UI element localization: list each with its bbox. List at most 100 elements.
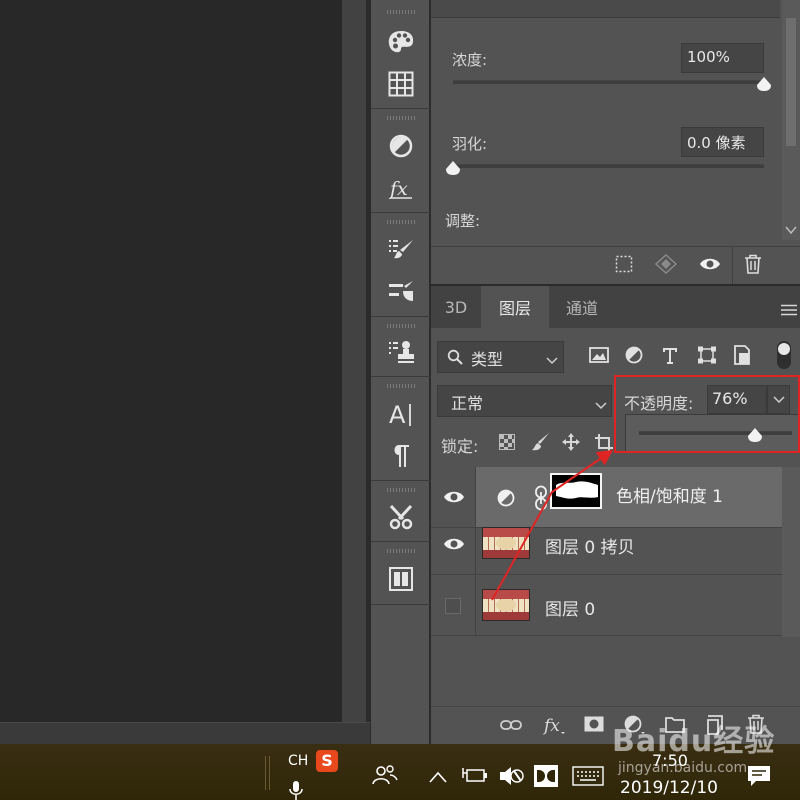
sogou-ime-logo[interactable]: S — [316, 750, 338, 772]
microphone-icon[interactable] — [289, 781, 303, 800]
add-mask-icon[interactable] — [584, 716, 604, 736]
toggle-visibility-icon[interactable] — [699, 254, 721, 274]
tab-3d[interactable]: 3D — [431, 286, 481, 328]
chevron-up-icon[interactable] — [429, 768, 447, 787]
adjustment-layer-icon — [497, 489, 515, 511]
layer-filter-dropdown[interactable]: 类型 — [437, 341, 564, 373]
layer-visibility-toggle[interactable] — [431, 575, 476, 635]
dolby-icon[interactable] — [534, 765, 558, 787]
filter-adjustment-icon[interactable] — [625, 346, 643, 368]
blend-mode-value: 正常 — [451, 394, 484, 413]
mask-link-icon[interactable] — [534, 485, 548, 515]
battery-icon[interactable] — [462, 766, 488, 788]
add-layer-style-icon[interactable]: fx — [542, 714, 567, 740]
feather-slider-thumb[interactable] — [445, 160, 461, 180]
adjustments-icon[interactable] — [387, 132, 415, 160]
notification-center-icon[interactable] — [746, 764, 772, 792]
load-selection-icon[interactable] — [615, 255, 633, 273]
search-icon — [447, 349, 463, 369]
canvas-status-bar — [0, 722, 370, 744]
lock-image-pixels-icon[interactable] — [531, 432, 551, 456]
volume-muted-icon[interactable] — [498, 764, 524, 792]
filter-toggle[interactable] — [777, 341, 791, 369]
new-adjustment-layer-icon[interactable] — [624, 715, 646, 739]
annotation-highlight-box — [614, 375, 800, 453]
filter-type-label: 类型 — [471, 350, 504, 369]
strip-grip[interactable] — [387, 488, 415, 492]
scrollbar-thumb[interactable] — [786, 18, 796, 146]
history-icon[interactable] — [387, 565, 415, 593]
density-slider-thumb[interactable] — [756, 76, 772, 96]
lock-artboard-icon[interactable] — [594, 433, 614, 457]
blend-mode-dropdown[interactable]: 正常 — [437, 385, 612, 417]
svg-text:A: A — [389, 401, 406, 428]
feather-field[interactable]: 0.0 像素 — [681, 127, 764, 157]
layer-name[interactable]: 图层 0 拷贝 — [545, 533, 635, 558]
clock-date[interactable]: 2019/12/10 — [620, 778, 718, 798]
layer-visibility-toggle[interactable] — [431, 514, 476, 574]
strip-grip[interactable] — [387, 384, 415, 388]
strip-grip[interactable] — [387, 220, 415, 224]
tool-presets-icon[interactable] — [387, 503, 415, 531]
strip-grip[interactable] — [387, 10, 415, 14]
windows-taskbar: CH S 7:50 2019/12/10 — [0, 744, 800, 800]
filter-pixel-icon[interactable] — [589, 346, 609, 368]
layer-name[interactable]: 色相/饱和度 1 — [616, 482, 723, 507]
tab-channels[interactable]: 通道 — [549, 286, 615, 328]
new-group-icon[interactable] — [665, 715, 685, 737]
strip-grip[interactable] — [387, 116, 415, 120]
character-icon[interactable]: A — [387, 400, 415, 428]
svg-text:fx: fx — [543, 716, 560, 736]
properties-panel: 浓度: 100% 羽化: 0.0 像素 调整: — [431, 0, 800, 284]
refine-label: 调整: — [445, 212, 481, 230]
feather-label: 羽化: — [452, 135, 488, 153]
scroll-down-icon[interactable] — [784, 222, 798, 236]
density-label: 浓度: — [452, 51, 488, 69]
layer-name[interactable]: 图层 0 — [545, 595, 595, 620]
grid-icon[interactable] — [387, 70, 415, 98]
brush-presets-icon[interactable] — [387, 278, 415, 306]
filter-smart-object-icon[interactable] — [733, 345, 751, 369]
delete-mask-icon[interactable] — [744, 254, 762, 274]
panel-menu-icon[interactable] — [781, 301, 797, 320]
layer-mask-thumbnail[interactable] — [550, 473, 602, 509]
lock-position-icon[interactable] — [561, 432, 581, 456]
svg-text:fx: fx — [388, 178, 408, 200]
tab-layers[interactable]: 图层 — [481, 286, 549, 328]
feather-slider[interactable] — [453, 164, 764, 168]
layer-row-layer0[interactable]: 图层 0 — [431, 575, 782, 636]
filter-type-icon[interactable] — [661, 345, 679, 369]
panel-header — [431, 0, 780, 18]
layer-thumbnail-teeth[interactable] — [482, 527, 530, 559]
strip-grip[interactable] — [387, 324, 415, 328]
layer-thumbnail-teeth[interactable] — [482, 589, 530, 621]
panel-icon-strip: fx A — [370, 0, 431, 744]
filter-shape-icon[interactable] — [697, 346, 717, 368]
lock-transparent-pixels-icon[interactable] — [499, 434, 515, 454]
delete-layer-icon[interactable] — [747, 714, 765, 738]
clock-time[interactable]: 7:50 — [652, 751, 688, 770]
brush-settings-icon[interactable] — [387, 236, 415, 264]
canvas-scrollbar[interactable] — [342, 0, 366, 722]
chevron-down-icon — [546, 351, 558, 370]
link-layers-icon[interactable] — [500, 717, 522, 736]
people-icon[interactable] — [372, 764, 398, 790]
swatches-palette-icon[interactable] — [387, 28, 415, 56]
paragraph-icon[interactable] — [387, 442, 415, 470]
density-field[interactable]: 100% — [681, 43, 764, 73]
strip-grip[interactable] — [387, 549, 415, 553]
apply-mask-icon[interactable] — [655, 254, 677, 274]
new-layer-icon[interactable] — [705, 715, 725, 739]
layer-row-layer0-copy[interactable]: 图层 0 拷贝 — [431, 514, 782, 575]
keyboard-icon[interactable] — [572, 766, 604, 790]
document-canvas[interactable] — [0, 0, 342, 722]
chevron-down-icon — [595, 396, 607, 415]
layers-scrollbar[interactable] — [782, 467, 800, 637]
layers-panel-tabs: 3D 图层 通道 — [431, 286, 800, 328]
fx-styles-icon[interactable]: fx — [387, 174, 415, 202]
layers-footer — [431, 706, 800, 744]
density-slider[interactable] — [453, 80, 764, 84]
photoshop-window: fx A 浓度: 100% 羽化: 0.0 像素 调整: 3D 图层 通道 类型… — [0, 0, 800, 800]
ime-label[interactable]: CH — [288, 753, 308, 769]
clone-source-icon[interactable] — [387, 338, 415, 366]
